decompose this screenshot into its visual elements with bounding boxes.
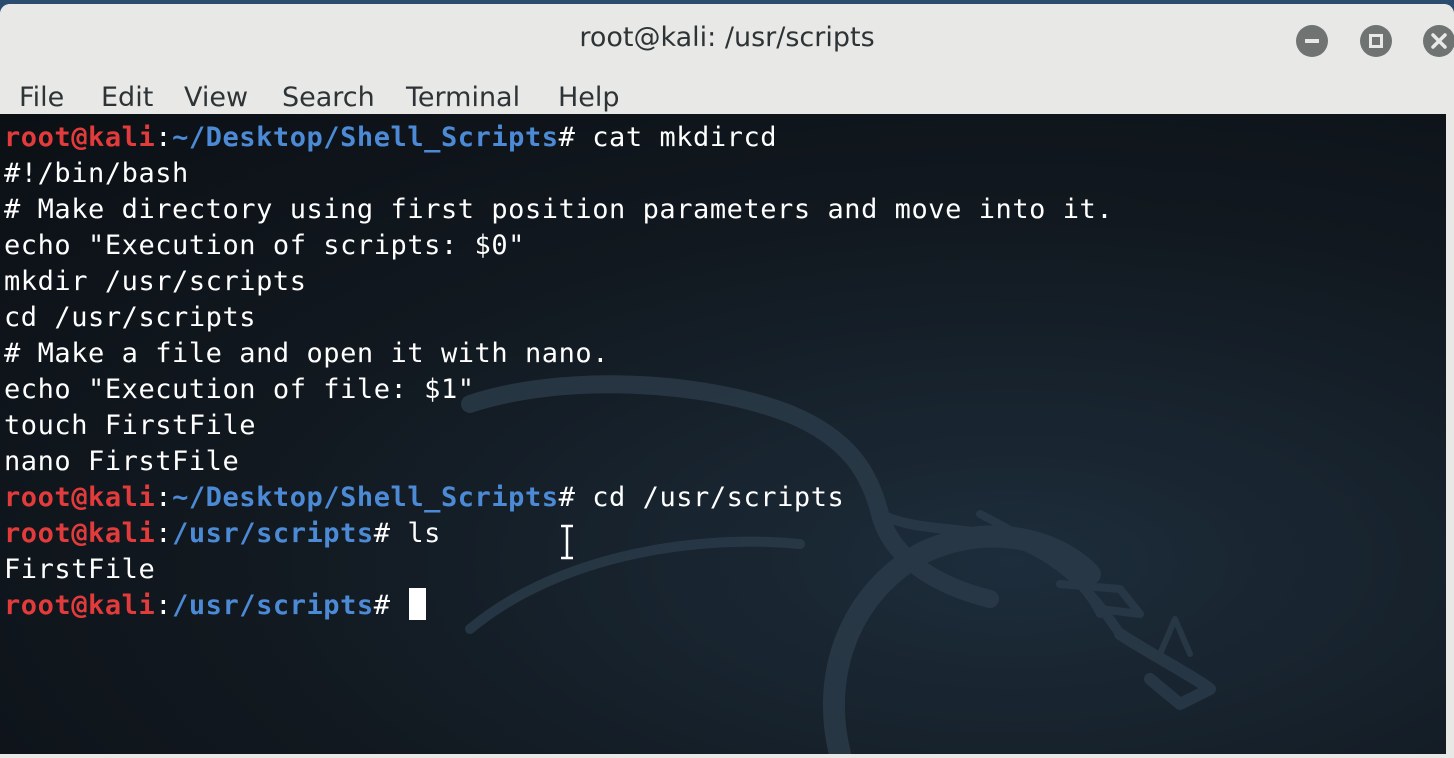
- output-text: echo "Execution of scripts: $0": [4, 230, 525, 261]
- minimize-icon[interactable]: [1296, 25, 1328, 57]
- output-text: # Make directory using first position pa…: [4, 194, 1114, 225]
- output-line: mkdir /usr/scripts: [4, 264, 1113, 300]
- prompt-path: ~/Desktop/Shell_Scripts: [172, 122, 559, 153]
- command-text: ls: [407, 518, 441, 549]
- prompt-path: ~/Desktop/Shell_Scripts: [172, 482, 559, 513]
- output-text: #!/bin/bash: [4, 158, 189, 189]
- output-line: echo "Execution of scripts: $0": [4, 228, 1113, 264]
- output-text: # Make a file and open it with nano.: [4, 338, 609, 369]
- prompt-symbol: #: [373, 590, 408, 621]
- prompt-user: root@kali: [4, 590, 156, 621]
- output-text: FirstFile: [4, 554, 156, 585]
- text-cursor-ibeam-icon: [561, 524, 573, 560]
- prompt-user: root@kali: [4, 518, 156, 549]
- output-line: echo "Execution of file: $1": [4, 372, 1113, 408]
- output-text: echo "Execution of file: $1": [4, 374, 475, 405]
- terminal-lines: root@kali:~/Desktop/Shell_Scripts# cat m…: [4, 120, 1113, 624]
- output-text: touch FirstFile: [4, 410, 257, 441]
- output-line: touch FirstFile: [4, 408, 1113, 444]
- output-text: nano FirstFile: [4, 446, 240, 477]
- prompt-symbol: #: [558, 122, 593, 153]
- output-line: nano FirstFile: [4, 444, 1113, 480]
- scrollbar[interactable]: [1446, 114, 1454, 754]
- menu-help[interactable]: Help: [558, 82, 620, 113]
- prompt-line: root@kali:/usr/scripts#: [4, 588, 1113, 624]
- terminal-output-area[interactable]: root@kali:~/Desktop/Shell_Scripts# cat m…: [0, 114, 1446, 754]
- output-text: mkdir /usr/scripts: [4, 266, 307, 297]
- prompt-path: /usr/scripts: [172, 590, 374, 621]
- output-line: # Make a file and open it with nano.: [4, 336, 1113, 372]
- prompt-colon: :: [155, 518, 173, 549]
- output-line: FirstFile: [4, 552, 1113, 588]
- close-icon[interactable]: [1423, 25, 1454, 57]
- prompt-colon: :: [155, 482, 173, 513]
- prompt-symbol: #: [373, 518, 408, 549]
- menu-terminal[interactable]: Terminal: [406, 82, 520, 113]
- prompt-line: root@kali:~/Desktop/Shell_Scripts# cat m…: [4, 120, 1113, 156]
- title-bar[interactable]: root@kali: /usr/scripts: [0, 4, 1454, 74]
- menu-view[interactable]: View: [184, 82, 248, 113]
- command-text: cat mkdircd: [592, 122, 778, 153]
- prompt-path: /usr/scripts: [172, 518, 374, 549]
- prompt-symbol: #: [558, 482, 593, 513]
- menu-search[interactable]: Search: [282, 82, 375, 113]
- command-text: cd /usr/scripts: [592, 482, 845, 513]
- prompt-line: root@kali:~/Desktop/Shell_Scripts# cd /u…: [4, 480, 1113, 516]
- output-text: cd /usr/scripts: [4, 302, 257, 333]
- block-cursor: [409, 588, 427, 620]
- window-title: root@kali: /usr/scripts: [579, 22, 875, 53]
- output-line: cd /usr/scripts: [4, 300, 1113, 336]
- maximize-icon[interactable]: [1360, 25, 1392, 57]
- output-line: #!/bin/bash: [4, 156, 1113, 192]
- prompt-line: root@kali:/usr/scripts# ls: [4, 516, 1113, 552]
- prompt-colon: :: [155, 590, 173, 621]
- prompt-user: root@kali: [4, 122, 156, 153]
- prompt-user: root@kali: [4, 482, 156, 513]
- prompt-colon: :: [155, 122, 173, 153]
- menu-bar: File Edit View Search Terminal Help: [0, 74, 1454, 118]
- menu-file[interactable]: File: [19, 82, 64, 113]
- menu-edit[interactable]: Edit: [101, 82, 153, 113]
- output-line: # Make directory using first position pa…: [4, 192, 1113, 228]
